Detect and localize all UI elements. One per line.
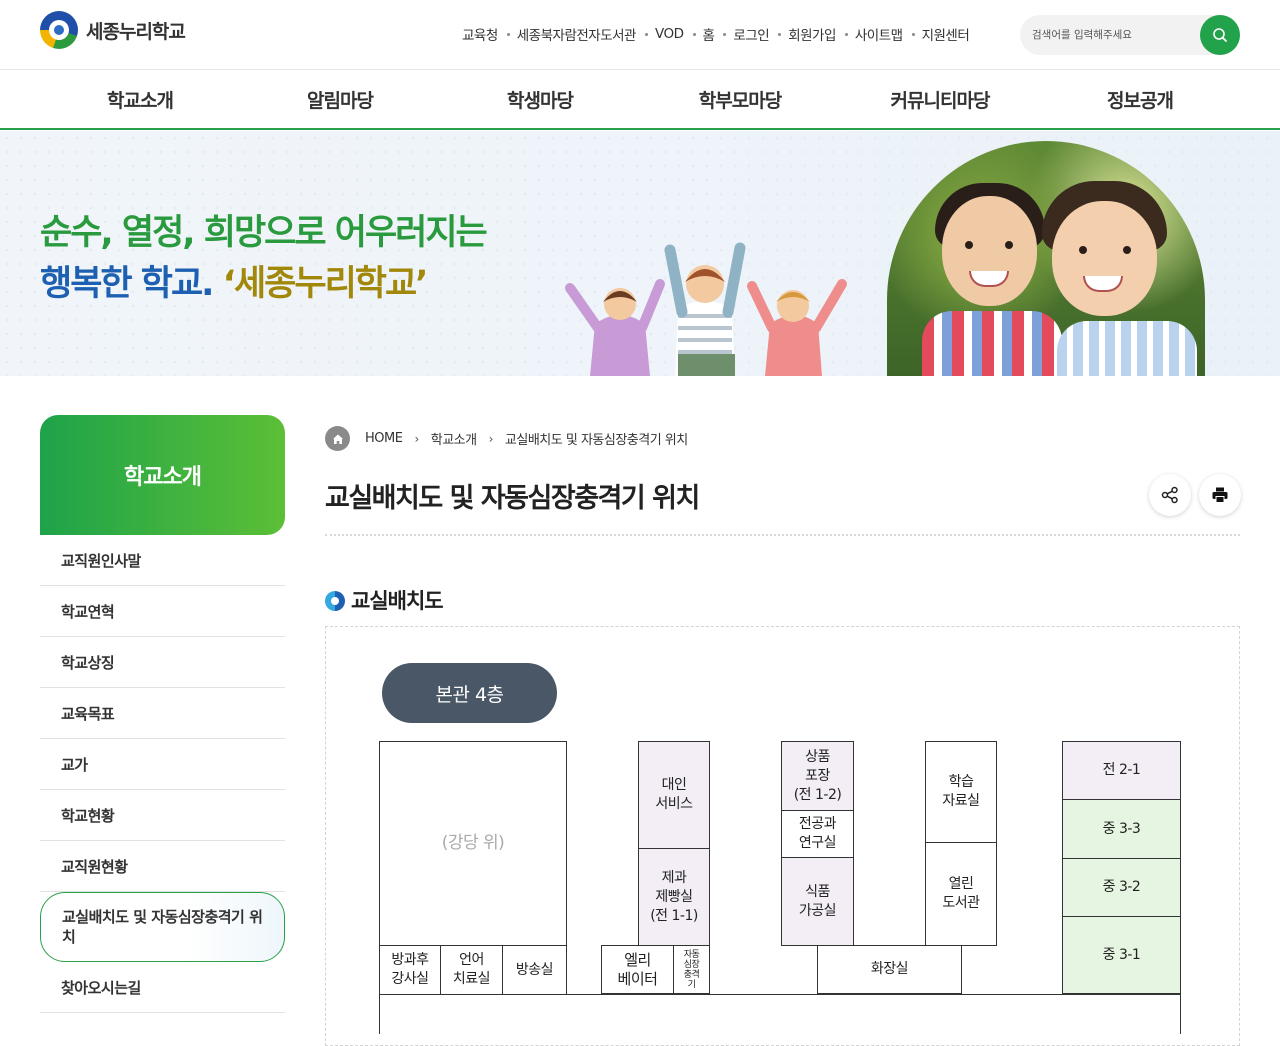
separator-dot	[644, 32, 648, 36]
print-icon	[1212, 487, 1228, 503]
room-product-packaging: 상품 포장 (전 1-2)	[781, 741, 854, 811]
search-box	[1020, 15, 1240, 55]
banner-slogan-line2: 행복한 학교. ‘세종누리학교’	[40, 255, 429, 306]
search-button[interactable]	[1200, 15, 1240, 55]
utility-link-office[interactable]: 교육청	[462, 24, 498, 44]
sidebar-title: 학교소개	[124, 465, 202, 490]
sidebar-item-goal[interactable]: 교육목표	[40, 688, 285, 739]
breadcrumb-home[interactable]: HOME	[365, 431, 403, 446]
gnb-item-about[interactable]: 학교소개	[107, 86, 174, 113]
room-broadcast: 방송실	[502, 945, 567, 995]
breadcrumb-current: 교실배치도 및 자동심장충격기 위치	[504, 433, 688, 448]
print-button[interactable]	[1199, 474, 1241, 516]
sidebar-item-greeting[interactable]: 교직원인사말	[40, 535, 285, 586]
room-restroom: 화장실	[817, 945, 962, 994]
banner-slogan-prefix: 행복한 학교.	[40, 264, 223, 304]
room-food-processing: 식품 가공실	[781, 857, 854, 946]
page-title: 교실배치도 및 자동심장충격기 위치	[325, 483, 700, 514]
logo-text: 세종누리학교	[86, 20, 186, 43]
separator-dot	[778, 32, 782, 36]
title-divider	[325, 534, 1240, 536]
room-class-m3-3: 중 3-3	[1062, 799, 1181, 859]
room-bakery: 제과 제빵실 (전 1-1)	[638, 848, 710, 946]
room-after-school-staff: 방과후 강사실	[379, 945, 441, 995]
room-auditorium-above: (강당 위)	[379, 741, 567, 946]
corridor	[379, 994, 1181, 1034]
room-class-m3-1: 중 3-1	[1062, 916, 1181, 994]
separator-dot	[692, 32, 696, 36]
separator-dot	[506, 32, 510, 36]
sidebar-item-song[interactable]: 교가	[40, 739, 285, 790]
hero-banner: 순수, 열정, 희망으로 어우러지는 행복한 학교. ‘세종누리학교’	[0, 131, 1280, 376]
utility-link-signup[interactable]: 회원가입	[788, 24, 836, 44]
breadcrumb: HOME › 학교소개 › 교실배치도 및 자동심장충격기 위치	[325, 426, 688, 451]
sidebar-item-status[interactable]: 학교현황	[40, 790, 285, 841]
cheering-kids-illustration	[565, 242, 847, 376]
room-class-j2-1: 전 2-1	[1062, 741, 1181, 800]
gnb-item-community[interactable]: 커뮤니티마당	[891, 86, 991, 113]
sidebar-header: 학교소개	[40, 415, 285, 535]
separator-dot	[723, 32, 727, 36]
top-header: 세종누리학교 교육청 세종북자람전자도서관 VOD 홈 로그인 회원가입 사이트…	[0, 0, 1280, 70]
utility-link-vod[interactable]: VOD	[655, 26, 684, 42]
school-emblem-icon	[40, 11, 78, 49]
room-speech-therapy: 언어 치료실	[440, 945, 503, 995]
utility-link-home[interactable]: 홈	[703, 24, 715, 44]
chevron-right-icon: ›	[488, 431, 494, 446]
sidebar-item-directions[interactable]: 찾아오시는길	[40, 962, 285, 1013]
utility-link-ebook-library[interactable]: 세종북자람전자도서관	[517, 24, 637, 44]
sidebar-item-history[interactable]: 학교연혁	[40, 586, 285, 637]
sidebar-item-floorplan[interactable]: 교실배치도 및 자동심장충격기 위치	[40, 892, 285, 962]
home-icon[interactable]	[325, 426, 350, 451]
share-button[interactable]	[1149, 474, 1191, 516]
section-title: 교실배치도	[351, 589, 444, 613]
utility-link-sitemap[interactable]: 사이트맵	[855, 24, 903, 44]
floor-label: 본관 4층	[382, 663, 557, 723]
main-navigation: 학교소개 알림마당 학생마당 학부모마당 커뮤니티마당 정보공개	[0, 71, 1280, 130]
utility-link-login[interactable]: 로그인	[733, 24, 769, 44]
utility-links: 교육청 세종북자람전자도서관 VOD 홈 로그인 회원가입 사이트맵 지원센터	[462, 24, 970, 44]
room-elevator: 엘리 베이터	[601, 945, 674, 994]
separator-dot	[911, 32, 915, 36]
room-interpersonal-service: 대인 서비스	[638, 741, 710, 849]
search-icon	[1213, 28, 1227, 42]
room-aed-location: 자동 심장 충격 기	[673, 945, 710, 994]
school-logo[interactable]: 세종누리학교	[40, 11, 186, 49]
share-icon	[1161, 486, 1178, 504]
breadcrumb-section[interactable]: 학교소개	[431, 429, 477, 448]
banner-slogan-brand: ‘세종누리학교’	[222, 264, 429, 304]
gnb-item-disclosure[interactable]: 정보공개	[1107, 86, 1174, 113]
room-learning-materials: 학습 자료실	[925, 741, 997, 843]
room-class-m3-2: 중 3-2	[1062, 858, 1181, 917]
gnb-item-students[interactable]: 학생마당	[507, 86, 574, 113]
separator-dot	[844, 32, 848, 36]
room-open-library: 열린 도서관	[925, 842, 997, 946]
gnb-item-notice[interactable]: 알림마당	[307, 86, 374, 113]
search-input[interactable]	[1030, 26, 1190, 44]
utility-link-support-center[interactable]: 지원센터	[922, 24, 970, 44]
room-major-research: 전공과 연구실	[781, 810, 854, 858]
sidebar-menu: 교직원인사말 학교연혁 학교상징 교육목표 교가 학교현황 교직원현황 교실배치…	[40, 535, 285, 1013]
banner-slogan-line1: 순수, 열정, 희망으로 어우러지는	[40, 213, 488, 253]
section-bullet-icon	[325, 591, 345, 611]
sidebar-item-symbol[interactable]: 학교상징	[40, 637, 285, 688]
chevron-right-icon: ›	[414, 431, 419, 446]
sidebar-item-staff[interactable]: 교직원현황	[40, 841, 285, 892]
gnb-item-parents[interactable]: 학부모마당	[699, 86, 782, 113]
